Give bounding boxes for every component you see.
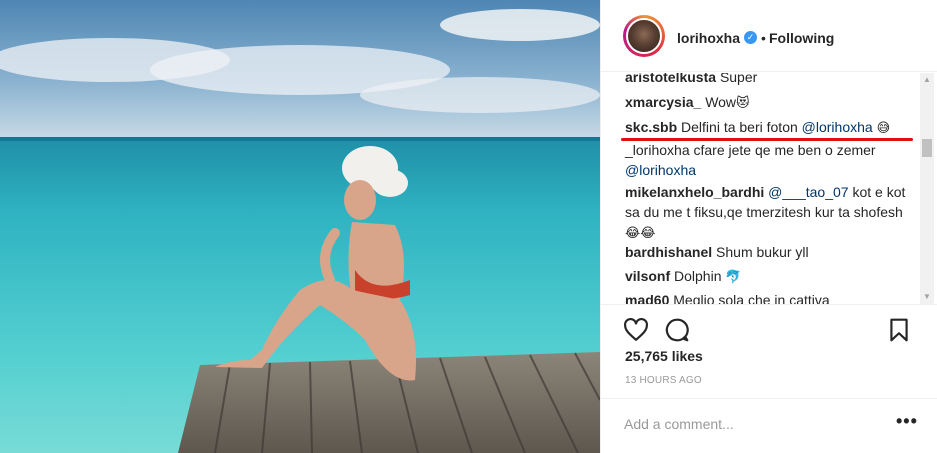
post-username[interactable]: lorihoxha [677,30,740,46]
verified-badge-icon: ✓ [744,31,757,44]
scroll-thumb[interactable] [922,139,932,157]
following-button[interactable]: Following [769,30,834,46]
comment-icon[interactable] [664,317,690,343]
emoji: 😂😂 [625,226,656,241]
comment: mikelanxhelo_bardhi @___tao_07 kot e kot… [625,182,913,244]
comments-scrollbar[interactable]: ▲ ▼ [920,73,934,304]
separator-dot: • [761,30,766,46]
comment-text: Super [719,73,758,85]
likes-count[interactable]: 25,765 likes [625,348,703,364]
comment: vilsonf Dolphin 🐬 [625,266,913,288]
post-photo[interactable] [0,0,600,453]
comment-username[interactable]: mikelanxhelo_bardhi [625,184,764,200]
bookmark-icon[interactable] [886,317,912,343]
comment-mention[interactable]: @lorihoxha [802,119,873,135]
post-timestamp[interactable]: 13 HOURS AGO [625,375,702,386]
comment: _lorihoxha cfare jete qe me ben o zemer … [625,140,913,180]
emoji: 😻 [736,96,750,111]
photo-illustration [0,0,600,453]
comment: skc.sbb Delfini ta beri foton @lorihoxha… [625,117,913,139]
emoji: 😅 [876,121,891,136]
heart-icon[interactable] [623,317,649,343]
add-comment-bar: ••• [601,398,937,453]
comment-username[interactable]: xmarcysia_ [625,94,701,110]
comment-text: Shum bukur yll [716,244,809,260]
more-options-icon[interactable]: ••• [896,411,918,432]
comment: xmarcysia_ Wow😻 [625,92,913,114]
post-details-panel: lorihoxha ✓ • Following aristotelkusta S… [600,0,937,453]
comment: aristotelkusta Super [625,73,913,87]
comment-username[interactable]: vilsonf [625,268,670,284]
post-actions [601,304,937,354]
comment-username[interactable]: _lorihoxha [625,142,690,158]
comment-username[interactable]: aristotelkusta [625,73,716,85]
emoji: 🐬 [725,270,742,285]
comment-text: cfare jete qe me ben o zemer [693,142,876,158]
comment-text: Dolphin [674,268,722,284]
comment-text: Meglio sola che in cattiva [673,292,830,304]
comment-input[interactable] [624,413,884,435]
red-underline-annotation [621,138,913,141]
scroll-up-arrow-icon[interactable]: ▲ [920,73,934,87]
avatar[interactable] [626,18,662,54]
post-header: lorihoxha ✓ • Following [601,0,937,72]
scroll-down-arrow-icon[interactable]: ▼ [920,290,934,304]
comment-username[interactable]: bardhishanel [625,244,712,260]
comment-username[interactable]: mad60 [625,292,669,304]
comment-mention[interactable]: @lorihoxha [625,162,696,178]
comment: bardhishanel Shum bukur yll [625,242,913,262]
comment-username[interactable]: skc.sbb [625,119,677,135]
comment: mad60 Meglio sola che in cattiva [625,290,913,304]
comment-text: Wow [705,94,737,110]
comment-text: Delfini ta beri foton [681,119,802,135]
avatar-story-ring[interactable] [623,15,665,57]
comments-list[interactable]: aristotelkusta Super xmarcysia_ Wow😻 skc… [601,73,921,304]
comment-mention[interactable]: @___tao_07 [768,184,848,200]
